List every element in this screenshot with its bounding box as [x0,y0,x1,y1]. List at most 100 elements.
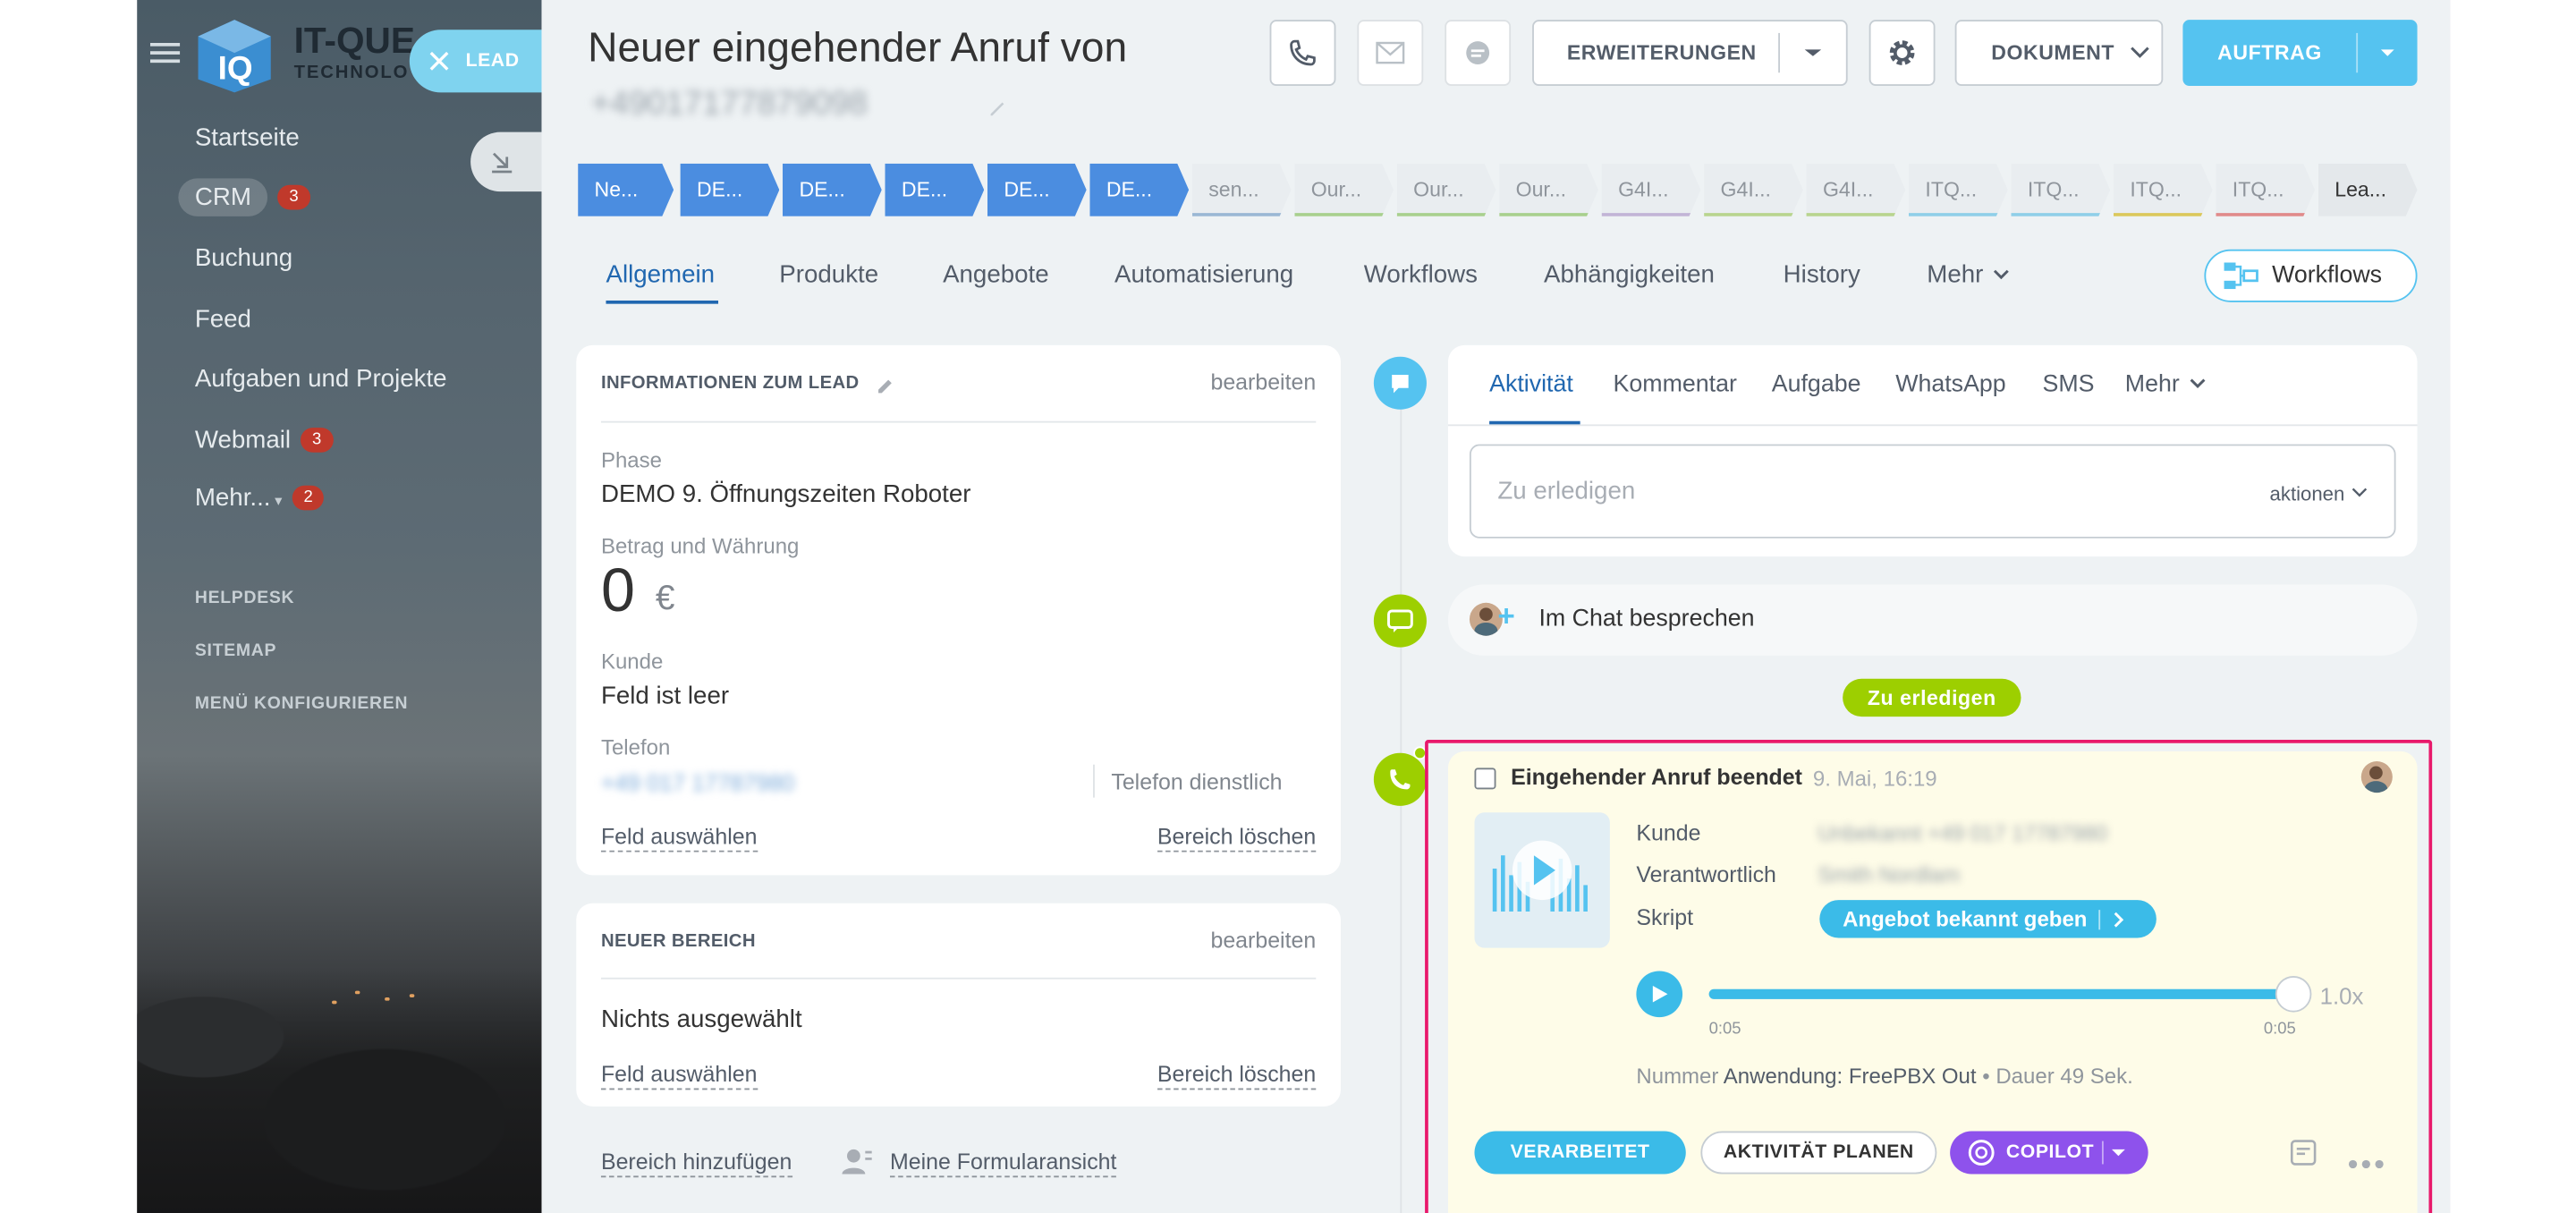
chevron-down-icon[interactable] [2104,1144,2133,1160]
stage-1[interactable]: Ne... [578,164,674,216]
workflows-button[interactable]: Workflows [2204,249,2418,302]
auftrag-label: AUFTRAG [2217,41,2322,64]
play-button[interactable] [1636,971,1683,1018]
speed-control[interactable]: 1.0x [2320,982,2364,1009]
stage-14[interactable]: ITQ... [1909,164,2008,216]
stage-9[interactable]: Our... [1397,164,1496,216]
skript-button[interactable]: Angebot bekannt geben [1819,900,2157,938]
my-form-view-link[interactable]: Meine Formularansicht [889,1149,1117,1178]
email-button[interactable] [1357,20,1424,86]
audio-thumbnail[interactable] [1474,812,1610,948]
activity-editor: Aktivität Kommentar Aufgabe WhatsApp SMS… [1447,344,2418,557]
aktionen-dropdown[interactable]: aktionen [2270,482,2345,505]
tab-whatsapp[interactable]: WhatsApp [1895,371,2006,398]
new-area-value: Nichts ausgewählt [600,1005,802,1034]
select-field-link[interactable]: Feld auswählen [600,824,758,852]
amount-value: 0 [600,556,635,624]
stage-13[interactable]: G4I... [1807,164,1906,216]
tab-history[interactable]: History [1784,261,1860,289]
stage-4[interactable]: DE... [885,164,984,216]
tab-sms[interactable]: SMS [2043,371,2095,398]
erweiterungen-button[interactable]: ERWEITERUNGEN [1532,20,1848,86]
sidebar-item-webmail[interactable]: Webmail 3 [195,426,334,454]
stage-12[interactable]: G4I... [1704,164,1803,216]
sidebar-item-helpdesk[interactable]: HELPDESK [195,588,294,607]
tab-workflows[interactable]: Workflows [1364,261,1478,289]
more-options-icon[interactable] [2348,1148,2385,1177]
progress-track[interactable] [1708,975,2312,1013]
phone-button[interactable] [1269,20,1336,86]
sidebar-item-sitemap[interactable]: SITEMAP [195,640,276,660]
kunde-value[interactable]: Unbekannt +49 017 17787980 [1818,820,2107,845]
edit-pencil-icon[interactable] [877,373,894,403]
tab-abhaengigkeiten[interactable]: Abhängigkeiten [1544,261,1715,289]
svg-text:IQ: IQ [218,50,253,87]
progress-handle[interactable] [2275,975,2312,1013]
tab-mehr-activity[interactable]: Mehr [2125,371,2209,398]
auftrag-button[interactable]: AUFTRAG [2182,20,2418,86]
stage-17[interactable]: ITQ... [2216,164,2315,216]
phase-value: DEMO 9. Öffnungszeiten Roboter [600,480,971,509]
tab-mehr[interactable]: Mehr [1927,261,2013,289]
page-title-phone: +49017177879098 [590,85,868,123]
edit-link[interactable]: bearbeiten [1210,928,1316,953]
sidebar-item-feed[interactable]: Feed [195,306,251,334]
chevron-down-icon[interactable] [1781,45,1846,61]
chevron-down-icon[interactable] [2358,45,2417,61]
stage-18[interactable]: Lea... [2318,164,2418,216]
note-icon[interactable] [2290,1140,2317,1175]
select-field-link[interactable]: Feld auswählen [600,1062,758,1090]
sidebar-item-crm[interactable]: CRM 3 [178,178,310,216]
stage-8[interactable]: Our... [1294,164,1394,216]
tab-kommentar[interactable]: Kommentar [1614,371,1737,398]
gear-icon [1889,40,1915,65]
delete-area-link[interactable]: Bereich löschen [1157,1062,1317,1090]
stage-6[interactable]: DE... [1089,164,1189,216]
waveform-icon [1492,840,1588,912]
notification-badge: 2 [292,485,325,511]
stage-7[interactable]: sen... [1192,164,1292,216]
delete-area-link[interactable]: Bereich löschen [1157,824,1317,852]
sidebar-item-startseite[interactable]: Startseite [195,123,300,151]
tab-angebote[interactable]: Angebote [943,261,1049,289]
add-area-link[interactable]: Bereich hinzufügen [600,1149,792,1178]
settings-button[interactable] [1868,20,1936,86]
stage-11[interactable]: G4I... [1602,164,1701,216]
stage-2[interactable]: DE... [681,164,780,216]
sidebar-item-mehr[interactable]: Mehr... ▾ 2 [195,484,325,512]
play-icon [1652,986,1668,1003]
dokument-button[interactable]: DOKUMENT [1954,20,2164,86]
lead-close-button[interactable]: LEAD [409,30,546,93]
stage-15[interactable]: ITQ... [2011,164,2110,216]
stage-3[interactable]: DE... [783,164,882,216]
todo-input[interactable]: Zu erledigen aktionen [1469,444,2396,539]
tab-aktivitaet[interactable]: Aktivität [1489,371,1573,398]
plan-activity-button[interactable]: AKTIVITÄT PLANEN [1700,1131,1937,1175]
tab-produkte[interactable]: Produkte [779,261,878,289]
avatar [2360,761,2393,793]
chat-discuss-bar[interactable]: + Im Chat besprechen [1447,584,2418,656]
chat-button[interactable] [1445,20,1512,86]
stage-16[interactable]: ITQ... [2114,164,2213,216]
tab-automatisierung[interactable]: Automatisierung [1114,261,1293,289]
tab-aufgabe[interactable]: Aufgabe [1772,371,1861,398]
phone-value[interactable]: +49 017 17787980 [601,769,794,796]
stage-5[interactable]: DE... [987,164,1087,216]
verantwortlich-value[interactable]: Smith Nordlam [1818,862,1960,887]
sidebar-item-buchung[interactable]: Buchung [195,244,292,272]
collapse-slider-button[interactable] [470,131,546,192]
edit-pencil-icon[interactable] [987,96,1007,125]
divider [600,420,1317,423]
logo-subtext: TECHNOLO [293,63,410,83]
timeline-comment-icon [1373,356,1427,410]
done-checkbox[interactable] [1474,768,1496,790]
currency: € [655,579,675,618]
hamburger-menu-icon[interactable] [149,39,181,74]
copilot-button[interactable]: COPILOT [1950,1131,2148,1175]
stage-10[interactable]: Our... [1499,164,1598,216]
sidebar-item-aufgaben[interactable]: Aufgaben und Projekte [195,365,447,393]
sidebar-item-menu-config[interactable]: MENÜ KONFIGURIEREN [195,693,408,713]
tab-allgemein[interactable]: Allgemein [606,261,715,289]
verarbeitet-button[interactable]: VERARBEITET [1474,1131,1686,1175]
edit-link[interactable]: bearbeiten [1210,370,1316,395]
